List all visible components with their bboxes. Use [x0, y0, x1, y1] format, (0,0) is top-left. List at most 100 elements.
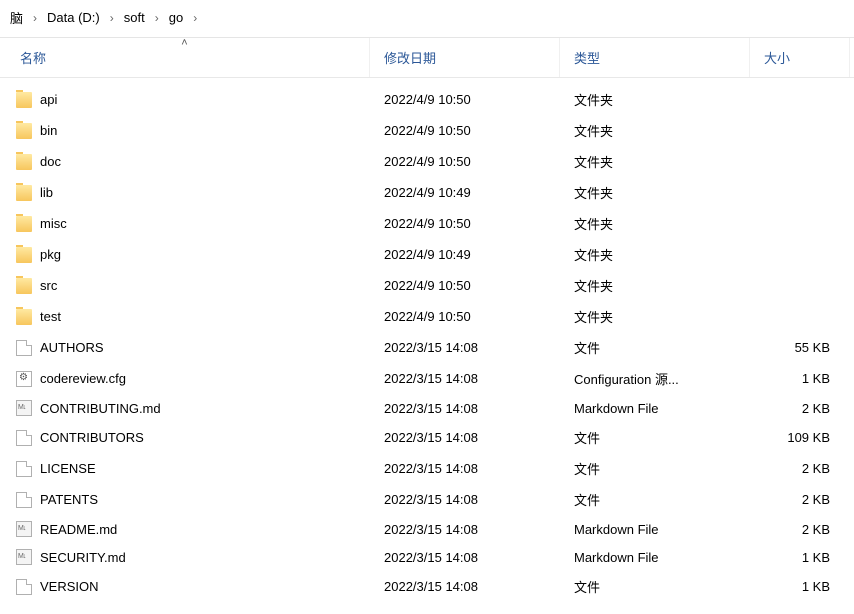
markdown-file-icon: [16, 521, 32, 537]
file-name-cell: VERSION: [0, 577, 370, 597]
file-name-label: misc: [40, 216, 67, 231]
file-name-label: LICENSE: [40, 461, 96, 476]
file-modified-cell: 2022/3/15 14:08: [370, 577, 560, 596]
file-modified-cell: 2022/3/15 14:08: [370, 428, 560, 447]
list-item[interactable]: PATENTS 2022/3/15 14:08文件2 KB: [0, 484, 854, 515]
list-item[interactable]: VERSION2022/3/15 14:08文件1 KB: [0, 571, 854, 602]
file-name-label: CONTRIBUTORS: [40, 430, 144, 445]
list-item[interactable]: CONTRIBUTORS 2022/3/15 14:08文件109 KB: [0, 422, 854, 453]
file-size-cell: 1 KB: [750, 548, 850, 567]
folder-icon: [16, 92, 32, 108]
list-item[interactable]: misc 2022/4/9 10:50文件夹: [0, 208, 854, 239]
list-item[interactable]: lib2022/4/9 10:49文件夹: [0, 177, 854, 208]
file-modified-cell: 2022/4/9 10:49: [370, 183, 560, 202]
folder-icon: [16, 185, 32, 201]
file-icon: [16, 492, 32, 508]
file-type-cell: 文件: [560, 488, 750, 511]
breadcrumb-item[interactable]: 脑: [6, 6, 27, 29]
file-name-label: VERSION: [40, 579, 99, 594]
file-name-cell: lib: [0, 183, 370, 203]
file-size-cell: [750, 191, 850, 195]
breadcrumb: 脑 › Data (D:) › soft › go ›: [0, 0, 854, 38]
file-size-cell: 109 KB: [750, 428, 850, 447]
list-item[interactable]: doc2022/4/9 10:50文件夹: [0, 146, 854, 177]
file-icon: [16, 430, 32, 446]
file-size-cell: 2 KB: [750, 490, 850, 509]
file-modified-cell: 2022/3/15 14:08: [370, 490, 560, 509]
file-icon: [16, 579, 32, 595]
file-name-cell: CONTRIBUTING.md: [0, 398, 370, 418]
list-item[interactable]: test2022/4/9 10:50文件夹: [0, 301, 854, 332]
column-header-modified[interactable]: 修改日期: [370, 38, 560, 77]
folder-icon: [16, 216, 32, 232]
file-modified-cell: 2022/4/9 10:50: [370, 307, 560, 326]
file-name-cell: PATENTS: [0, 490, 370, 510]
markdown-file-icon: [16, 400, 32, 416]
breadcrumb-item[interactable]: go: [165, 8, 187, 27]
file-size-cell: [750, 222, 850, 226]
file-type-cell: 文件: [560, 336, 750, 359]
file-name-cell: test: [0, 307, 370, 327]
list-item[interactable]: LICENSE2022/3/15 14:08文件2 KB: [0, 453, 854, 484]
file-modified-cell: 2022/4/9 10:50: [370, 276, 560, 295]
file-icon: [16, 340, 32, 356]
file-name-label: README.md: [40, 522, 117, 537]
file-list: api2022/4/9 10:50文件夹bin2022/4/9 10:50文件夹…: [0, 78, 854, 606]
file-icon: [16, 461, 32, 477]
file-size-cell: [750, 284, 850, 288]
file-name-label: src: [40, 278, 57, 293]
file-size-cell: [750, 160, 850, 164]
column-header-label: 修改日期: [384, 51, 436, 66]
file-name-label: PATENTS: [40, 492, 98, 507]
file-name-cell: pkg: [0, 245, 370, 265]
file-size-cell: [750, 315, 850, 319]
file-type-cell: 文件: [560, 457, 750, 480]
file-type-cell: 文件夹: [560, 150, 750, 173]
list-item[interactable]: bin2022/4/9 10:50文件夹: [0, 115, 854, 146]
file-name-cell: doc: [0, 152, 370, 172]
file-name-label: codereview.cfg: [40, 371, 126, 386]
list-item[interactable]: codereview.cfg2022/3/15 14:08Configurati…: [0, 363, 854, 394]
list-item[interactable]: api 2022/4/9 10:50文件夹: [0, 84, 854, 115]
file-modified-cell: 2022/4/9 10:50: [370, 90, 560, 109]
file-name-cell: CONTRIBUTORS: [0, 428, 370, 448]
column-header-size[interactable]: 大小: [750, 38, 850, 77]
file-name-label: api: [40, 92, 57, 107]
file-modified-cell: 2022/3/15 14:08: [370, 369, 560, 388]
file-modified-cell: 2022/4/9 10:50: [370, 214, 560, 233]
column-header-label: 大小: [764, 51, 790, 66]
file-size-cell: [750, 98, 850, 102]
file-name-label: pkg: [40, 247, 61, 262]
file-type-cell: 文件夹: [560, 88, 750, 111]
file-type-cell: 文件: [560, 426, 750, 449]
list-item[interactable]: AUTHORS2022/3/15 14:08文件55 KB: [0, 332, 854, 363]
list-item[interactable]: src 2022/4/9 10:50文件夹: [0, 270, 854, 301]
breadcrumb-item[interactable]: soft: [120, 8, 149, 27]
folder-icon: [16, 278, 32, 294]
chevron-right-icon: ›: [193, 11, 197, 25]
list-item[interactable]: README.md2022/3/15 14:08Markdown File2 K…: [0, 515, 854, 543]
list-item[interactable]: CONTRIBUTING.md2022/3/15 14:08Markdown F…: [0, 394, 854, 422]
file-modified-cell: 2022/3/15 14:08: [370, 338, 560, 357]
file-modified-cell: 2022/3/15 14:08: [370, 399, 560, 418]
file-type-cell: Markdown File: [560, 520, 750, 539]
file-name-label: bin: [40, 123, 57, 138]
chevron-right-icon: ›: [110, 11, 114, 25]
file-size-cell: [750, 253, 850, 257]
file-type-cell: 文件夹: [560, 212, 750, 235]
file-modified-cell: 2022/3/15 14:08: [370, 520, 560, 539]
list-item[interactable]: pkg 2022/4/9 10:49文件夹: [0, 239, 854, 270]
file-type-cell: 文件夹: [560, 274, 750, 297]
file-name-cell: api: [0, 90, 370, 110]
breadcrumb-item[interactable]: Data (D:): [43, 8, 104, 27]
column-header-name[interactable]: ˄ 名称: [0, 38, 370, 77]
file-size-cell: [750, 129, 850, 133]
file-name-cell: README.md: [0, 519, 370, 539]
file-type-cell: 文件夹: [560, 119, 750, 142]
list-item[interactable]: SECURITY.md2022/3/15 14:08Markdown File1…: [0, 543, 854, 571]
file-size-cell: 2 KB: [750, 399, 850, 418]
folder-icon: [16, 309, 32, 325]
file-type-cell: 文件夹: [560, 243, 750, 266]
column-header-type[interactable]: 类型: [560, 38, 750, 77]
file-modified-cell: 2022/4/9 10:49: [370, 245, 560, 264]
